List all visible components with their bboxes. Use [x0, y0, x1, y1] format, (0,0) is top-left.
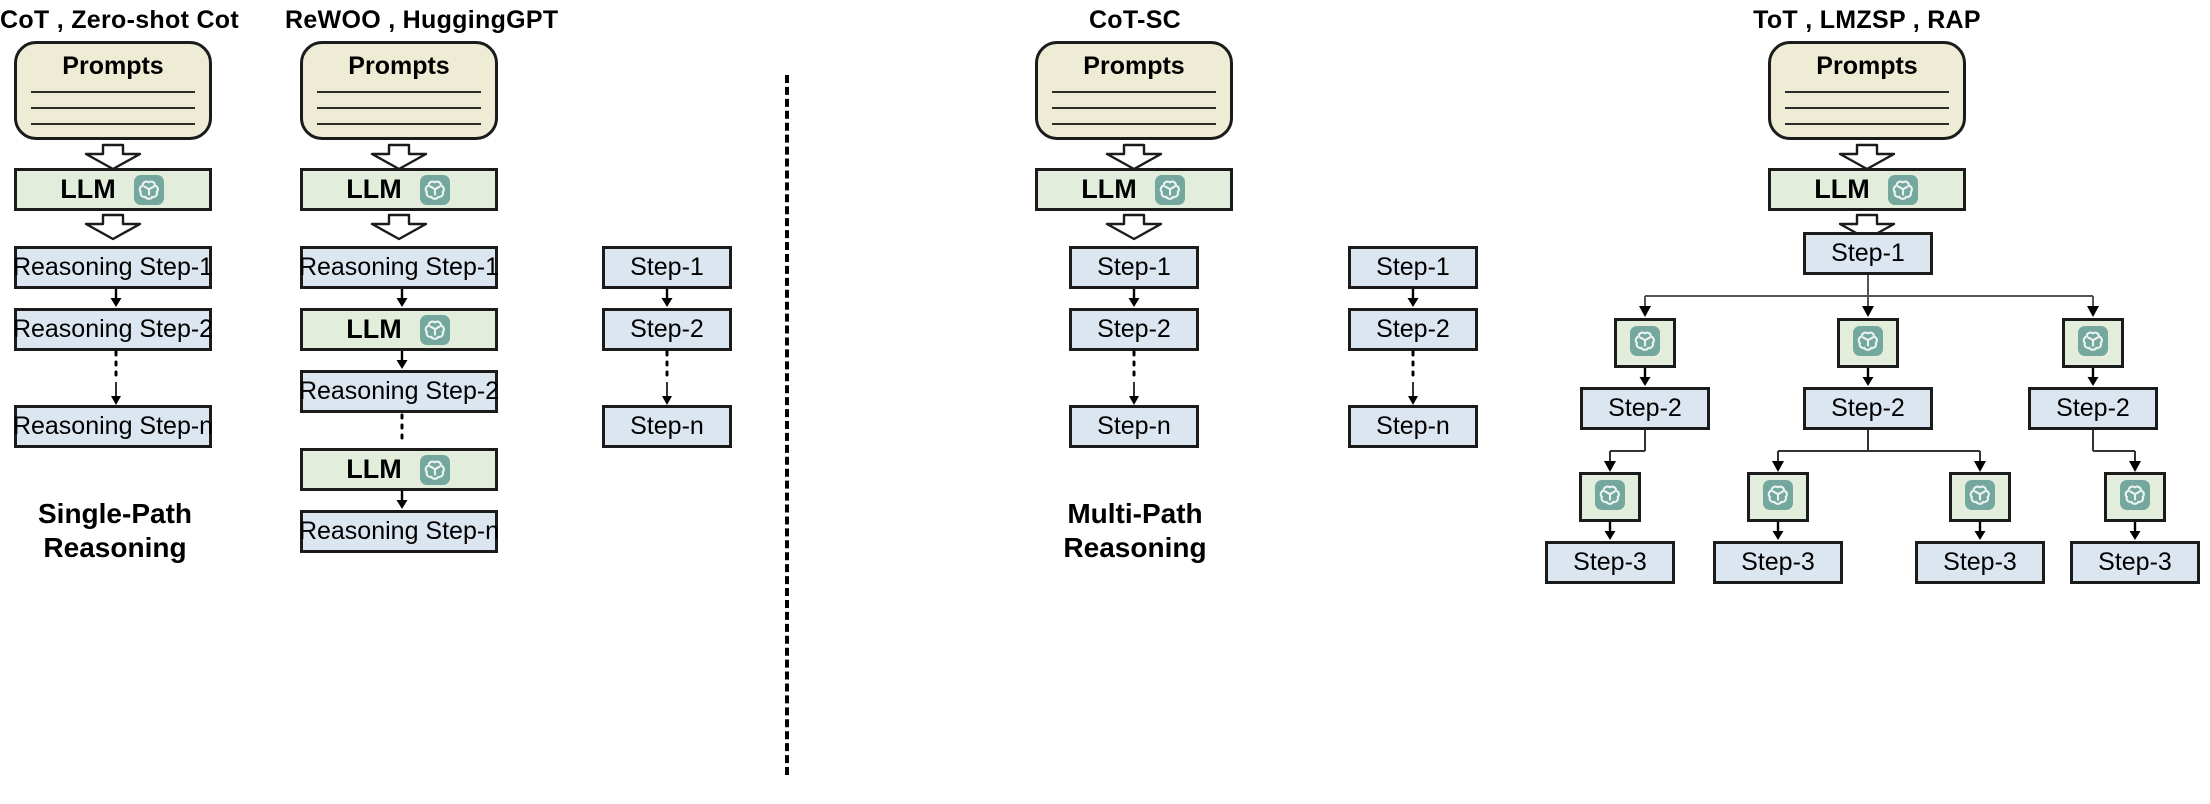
- prompts-lines: [31, 91, 195, 126]
- step-box: Step-n: [602, 405, 732, 448]
- step-box-level2: Step-2: [1803, 387, 1933, 430]
- prompts-card-rewoo: Prompts: [300, 41, 498, 140]
- llm-node: [1579, 472, 1641, 522]
- column-title-cotsc: CoT-SC: [1088, 6, 1182, 34]
- prompts-lines: [1052, 91, 1216, 126]
- step-box-level3: Step-3: [2070, 541, 2200, 584]
- dotted-connector: [657, 350, 677, 411]
- step-box: Reasoning Step-n: [13, 405, 213, 448]
- step-box: Step-1: [1348, 246, 1478, 289]
- prompts-label: Prompts: [62, 52, 164, 80]
- openai-logo-icon: [418, 453, 452, 487]
- prompts-lines: [317, 91, 481, 126]
- prompts-label: Prompts: [348, 52, 450, 80]
- block-arrow-icon: [370, 213, 428, 245]
- llm-node: [1747, 472, 1809, 522]
- llm-label: LLM: [60, 174, 116, 204]
- llm-label: LLM: [346, 174, 402, 204]
- column-title-tot: ToT , LMZSP , RAP: [1753, 6, 1981, 34]
- openai-logo-icon: [1761, 478, 1795, 517]
- llm-node: [2062, 318, 2124, 368]
- step-box-level2: Step-2: [2028, 387, 2158, 430]
- dotted-connector: [392, 413, 412, 448]
- block-arrow-icon: [1105, 213, 1163, 245]
- step-box: Step-n: [1348, 405, 1478, 448]
- prompts-lines: [1785, 91, 1949, 126]
- step-box: Step-2: [1348, 308, 1478, 351]
- llm-box-cotsc: LLM: [1035, 168, 1233, 211]
- multi-path-caption: Multi-Path Reasoning: [1063, 498, 1207, 564]
- single-path-caption: Single-Path Reasoning: [37, 498, 192, 564]
- llm-node: [1949, 472, 2011, 522]
- prompts-label: Prompts: [1083, 52, 1185, 80]
- column-title-cot: CoT , Zero-shot Cot: [0, 6, 240, 34]
- llm-node: [1614, 318, 1676, 368]
- llm-node: [1837, 318, 1899, 368]
- step-box: Step-2: [602, 308, 732, 351]
- llm-box-cot: LLM: [14, 168, 212, 211]
- openai-logo-icon: [1593, 478, 1627, 517]
- step-box: Reasoning Step-1: [299, 246, 499, 289]
- block-arrow-icon: [84, 213, 142, 245]
- openai-logo-icon: [1886, 173, 1920, 207]
- llm-node: [2104, 472, 2166, 522]
- llm-label: LLM: [1081, 174, 1137, 204]
- openai-logo-icon: [1628, 324, 1662, 363]
- openai-logo-icon: [418, 313, 452, 347]
- prompts-card-cot: Prompts: [14, 41, 212, 140]
- step-box-root: Step-1: [1803, 232, 1933, 275]
- openai-logo-icon: [418, 173, 452, 207]
- llm-label: LLM: [346, 314, 402, 344]
- step-box: Reasoning Step-2: [13, 308, 213, 351]
- step-box: Step-n: [1069, 405, 1199, 448]
- openai-logo-icon: [2076, 324, 2110, 363]
- llm-box-rewoo: LLM: [300, 168, 498, 211]
- openai-logo-icon: [2118, 478, 2152, 517]
- step-box: Step-1: [1069, 246, 1199, 289]
- step-box-level3: Step-3: [1713, 541, 1843, 584]
- section-divider: [785, 75, 789, 775]
- step-box: Step-1: [602, 246, 732, 289]
- llm-box-rewoo-mid: LLM: [300, 308, 498, 351]
- prompts-card-cotsc: Prompts: [1035, 41, 1233, 140]
- step-box: Reasoning Step-1: [13, 246, 213, 289]
- llm-label: LLM: [1814, 174, 1870, 204]
- llm-label: LLM: [346, 454, 402, 484]
- step-box: Reasoning Step-n: [299, 510, 499, 553]
- step-box-level2: Step-2: [1580, 387, 1710, 430]
- openai-logo-icon: [1963, 478, 1997, 517]
- openai-logo-icon: [132, 173, 166, 207]
- llm-box-rewoo-last: LLM: [300, 448, 498, 491]
- step-box: Step-2: [1069, 308, 1199, 351]
- prompts-label: Prompts: [1816, 52, 1918, 80]
- column-title-rewoo: ReWOO , HuggingGPT: [285, 6, 559, 34]
- llm-box-tot: LLM: [1768, 168, 1966, 211]
- step-box-level3: Step-3: [1545, 541, 1675, 584]
- dotted-connector: [106, 350, 126, 411]
- step-box-level3: Step-3: [1915, 541, 2045, 584]
- step-box: Reasoning Step-2: [299, 370, 499, 413]
- dotted-connector: [1403, 350, 1423, 411]
- dotted-connector: [1124, 350, 1144, 411]
- openai-logo-icon: [1851, 324, 1885, 363]
- openai-logo-icon: [1153, 173, 1187, 207]
- prompts-card-tot: Prompts: [1768, 41, 1966, 140]
